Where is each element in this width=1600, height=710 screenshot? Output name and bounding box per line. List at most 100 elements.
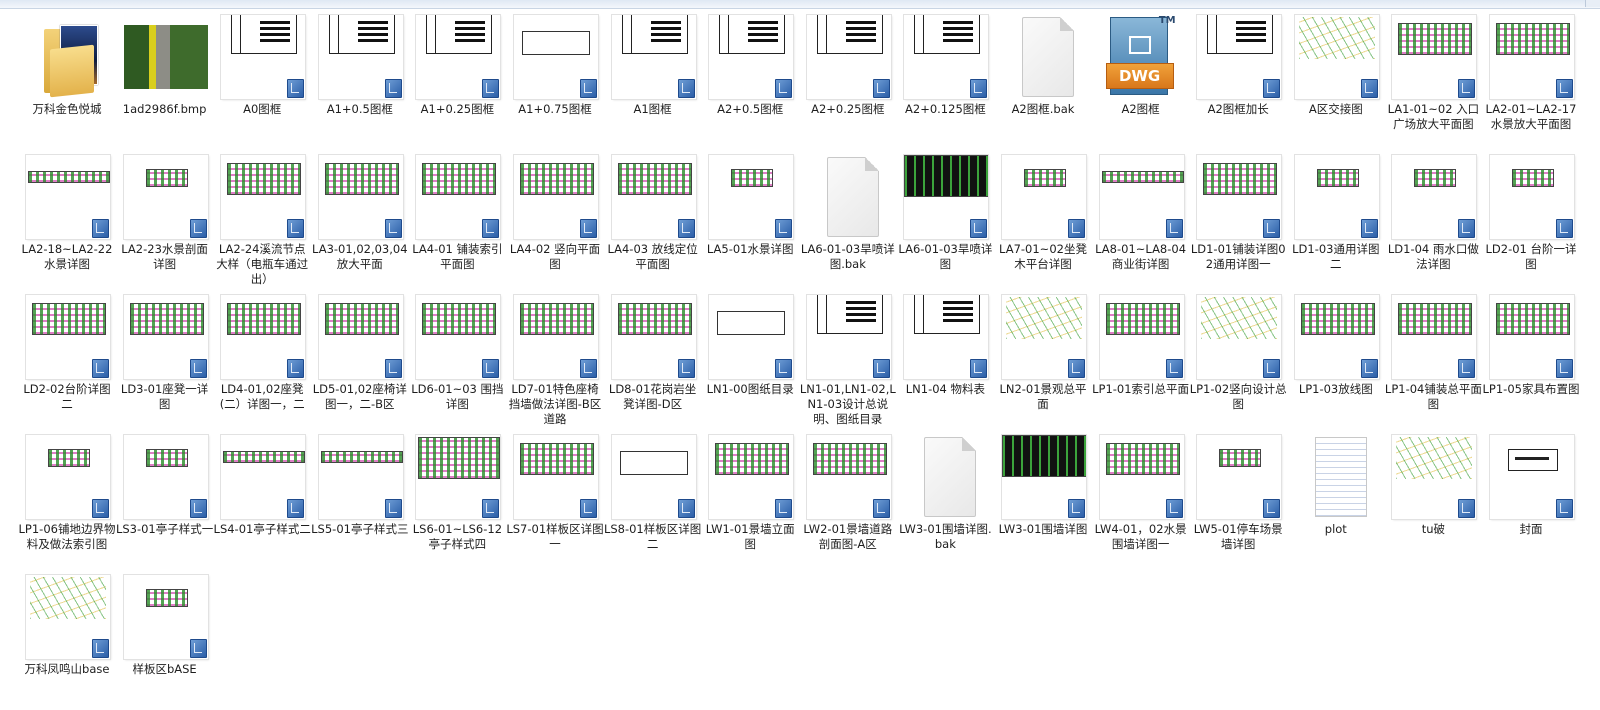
file-item[interactable]: LP1-06铺地边界物料及做法索引图 <box>18 430 116 570</box>
file-item[interactable]: A1+0.75图框 <box>506 10 604 150</box>
file-item[interactable]: LD8-01花岗岩坐凳详图-D区 <box>604 290 702 430</box>
file-item[interactable]: LP1-03放线图 <box>1287 290 1385 430</box>
autocad-file-icon <box>384 359 402 378</box>
file-item[interactable]: LD6-01~03 围挡详图 <box>408 290 506 430</box>
file-name-label: LA3-01,02,03,04放大平面 <box>312 242 408 271</box>
file-item[interactable]: A2+0.125图框 <box>896 10 994 150</box>
file-item[interactable]: LA2-24溪流节点大样（电瓶车通过出） <box>213 150 311 290</box>
file-item[interactable]: plot <box>1287 430 1385 570</box>
drawing-plan-preview <box>1002 435 1086 477</box>
file-item[interactable]: LD3-01座凳一详图 <box>116 290 214 430</box>
file-item[interactable]: LA4-01 铺装索引平面图 <box>408 150 506 290</box>
file-name-label: LD1-01铺装详图02通用详图一 <box>1190 242 1286 271</box>
file-name-label: LP1-04铺装总平面图 <box>1384 382 1482 411</box>
autocad-file-icon <box>1068 359 1085 378</box>
file-item[interactable]: A1图框 <box>604 10 702 150</box>
file-thumbnail <box>1197 15 1282 99</box>
file-item[interactable]: LN2-01景观总平面 <box>994 290 1092 430</box>
file-item[interactable]: LA8-01~LA8-04商业街详图 <box>1092 150 1190 290</box>
file-name-label: LD1-04 雨水口做法详图 <box>1387 242 1479 271</box>
drawing-sheet-preview <box>426 15 493 54</box>
autocad-file-icon <box>287 499 305 518</box>
file-thumbnail <box>1197 295 1282 379</box>
autocad-file-icon <box>384 499 402 518</box>
file-item[interactable]: LA6-01-03旱喷详图.bak <box>799 150 897 290</box>
file-thumbnail <box>26 295 110 379</box>
drawing-sheet-preview <box>1207 15 1274 54</box>
file-item[interactable]: LA5-01水景详图 <box>701 150 799 290</box>
drawing-frame-preview <box>619 451 688 475</box>
file-name-label: LD2-02台阶详图二 <box>23 382 111 411</box>
file-item[interactable]: LD4-01,02座凳(二）详图一，二 <box>213 290 311 430</box>
file-item[interactable]: LS4-01亭子样式二 <box>213 430 311 570</box>
file-item[interactable]: A2图框.bak <box>994 10 1092 150</box>
file-item[interactable]: 1ad2986f.bmp <box>116 10 214 150</box>
file-item[interactable]: LN1-00图纸目录 <box>701 290 799 430</box>
file-item[interactable]: LD1-03通用详图二 <box>1287 150 1385 290</box>
file-thumbnail <box>514 15 598 99</box>
autocad-file-icon <box>1458 79 1476 98</box>
file-item[interactable]: A2+0.25图框 <box>799 10 897 150</box>
file-item[interactable]: tu破 <box>1384 430 1482 570</box>
file-thumbnail <box>1295 435 1379 519</box>
file-item[interactable]: LD7-01特色座椅挡墙做法详图-B区道路 <box>506 290 604 430</box>
file-item[interactable]: LA4-02 竖向平面图 <box>506 150 604 290</box>
file-item[interactable]: LA3-01,02,03,04放大平面 <box>311 150 409 290</box>
file-item[interactable]: LD1-01铺装详图02通用详图一 <box>1189 150 1287 290</box>
file-item[interactable]: LS7-01样板区详图一 <box>506 430 604 570</box>
autocad-file-icon <box>1458 219 1476 238</box>
file-thumbnail <box>221 435 306 519</box>
autocad-file-icon <box>970 219 988 238</box>
file-item[interactable]: A2+0.5图框 <box>701 10 799 150</box>
autocad-file-icon <box>482 79 500 98</box>
drawing-plan-preview <box>129 303 204 335</box>
file-item[interactable]: TM DWG A2图框 <box>1092 10 1190 150</box>
file-item[interactable]: LD2-02台阶详图二 <box>18 290 116 430</box>
image-preview <box>123 25 208 89</box>
file-item[interactable]: LA2-23水景剖面详图 <box>116 150 214 290</box>
file-item[interactable]: LP1-05家具布置图 <box>1482 290 1580 430</box>
file-item[interactable]: LA7-01~02坐凳木平台详图 <box>994 150 1092 290</box>
file-item[interactable]: A0图框 <box>213 10 311 150</box>
file-item[interactable]: LN1-01,LN1-02,LN1-03设计总说明、图纸目录 <box>799 290 897 430</box>
file-item[interactable]: LA6-01-03旱喷详图 <box>896 150 994 290</box>
drawing-plan-preview <box>520 443 594 475</box>
generic-file-icon <box>924 437 977 517</box>
file-name-label: LA6-01-03旱喷详图.bak <box>800 242 895 271</box>
file-item[interactable]: A1+0.5图框 <box>311 10 409 150</box>
file-thumbnail <box>123 155 208 239</box>
file-item[interactable]: LA2-01~LA2-17水景放大平面图 <box>1482 10 1580 150</box>
file-item[interactable]: LS5-01亭子样式三 <box>311 430 409 570</box>
file-item[interactable]: LD1-04 雨水口做法详图 <box>1384 150 1482 290</box>
file-item[interactable]: 样板区bASE <box>116 570 214 710</box>
file-item[interactable]: 万科凤鸣山base <box>18 570 116 710</box>
file-item[interactable]: A区交接图 <box>1287 10 1385 150</box>
file-thumbnail <box>1099 155 1184 239</box>
file-item[interactable]: LW4-01，02水景围墙详图一 <box>1092 430 1190 570</box>
file-item[interactable]: LD2-01 台阶一详图 <box>1482 150 1580 290</box>
file-item[interactable]: 封面 <box>1482 430 1580 570</box>
file-item[interactable]: LP1-04铺装总平面图 <box>1384 290 1482 430</box>
file-item[interactable]: LS6-01~LS6-12亭子样式四 <box>408 430 506 570</box>
file-item[interactable]: LW5-01停车场景墙详图 <box>1189 430 1287 570</box>
file-item[interactable]: A2图框加长 <box>1189 10 1287 150</box>
file-item[interactable]: LA4-03 放线定位平面图 <box>604 150 702 290</box>
file-item[interactable]: LW1-01景墙立面图 <box>701 430 799 570</box>
file-item[interactable]: A1+0.25图框 <box>408 10 506 150</box>
file-item[interactable]: LS3-01亭子样式一 <box>116 430 214 570</box>
file-item[interactable]: LP1-02竖向设计总图 <box>1189 290 1287 430</box>
file-item[interactable]: LN1-04 物料表 <box>896 290 994 430</box>
file-thumbnail <box>709 295 794 379</box>
file-item[interactable]: 万科金色悦城 <box>18 10 116 150</box>
file-item[interactable]: LW2-01景墙道路剖面图-A区 <box>799 430 897 570</box>
file-item[interactable]: LA2-18~LA2-22水景详图 <box>18 150 116 290</box>
file-name-label: LS3-01亭子样式一 <box>115 522 214 536</box>
file-item[interactable]: LW3-01围墙详图.bak <box>896 430 994 570</box>
file-item[interactable]: LS8-01样板区详图二 <box>604 430 702 570</box>
file-item[interactable]: LW3-01围墙详图 <box>994 430 1092 570</box>
file-item[interactable]: LP1-01索引总平面 <box>1092 290 1190 430</box>
file-item[interactable]: LA1-01~02 入口广场放大平面图 <box>1384 10 1482 150</box>
drawing-plan-preview <box>715 443 790 475</box>
file-name-label: LP1-02竖向设计总图 <box>1189 382 1287 411</box>
file-item[interactable]: LD5-01,02座椅详图一，二-B区 <box>311 290 409 430</box>
